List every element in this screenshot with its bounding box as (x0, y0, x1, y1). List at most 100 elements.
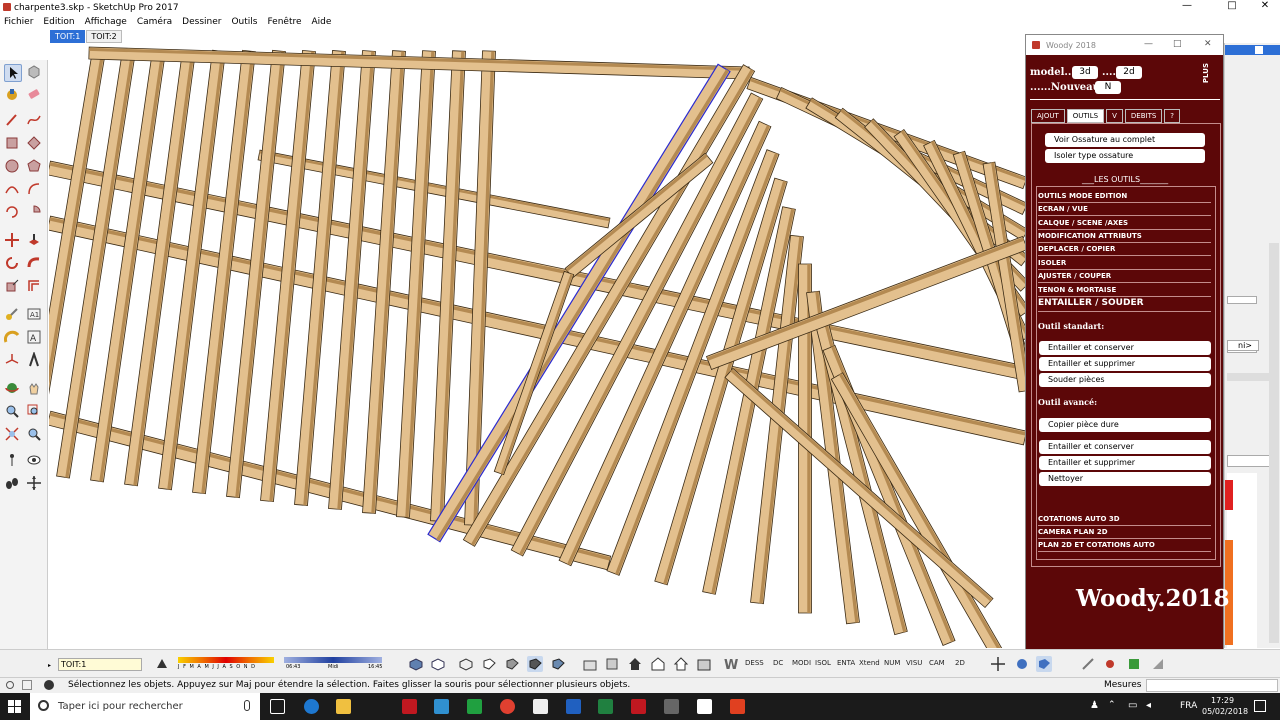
woody-minimize-button[interactable]: — (1144, 39, 1153, 49)
3d-viewport[interactable] (49, 43, 1025, 648)
menu-aide[interactable]: Aide (312, 17, 332, 27)
section-outils-mode-edition[interactable]: OUTILS MODE EDITION (1038, 190, 1211, 203)
component-icon[interactable] (26, 64, 44, 82)
zoom-window-icon[interactable] (26, 403, 44, 421)
tray-dropdown-text[interactable]: ni> (1227, 340, 1259, 351)
tape-measure-icon[interactable] (4, 306, 22, 324)
top-view-icon[interactable] (430, 656, 446, 672)
menu-fichier[interactable]: Fichier (4, 17, 33, 27)
section-plane-icon[interactable] (26, 475, 44, 493)
tab-debits[interactable]: DEBITS (1124, 109, 1163, 123)
dimension-icon[interactable]: A1 (26, 306, 44, 324)
file-explorer-icon[interactable] (336, 699, 351, 714)
home-outline-icon[interactable] (673, 656, 689, 672)
toolbar-dess[interactable]: DESS (745, 659, 764, 667)
volume-icon[interactable]: ◂ (1146, 700, 1151, 711)
measures-input[interactable] (1146, 679, 1278, 692)
std-entailler-supprimer-button[interactable]: Entailler et supprimer (1039, 357, 1211, 371)
section-plan-2d-cotations[interactable]: PLAN 2D ET COTATIONS AUTO (1038, 539, 1211, 552)
pie-icon[interactable] (26, 204, 44, 222)
section-modification-attributs[interactable]: MODIFICATION ATTRIBUTS (1038, 230, 1211, 243)
chrome-icon[interactable] (500, 699, 515, 714)
app-red-icon[interactable] (402, 699, 417, 714)
maximize-button[interactable]: □ (1217, 0, 1247, 11)
polygon-icon[interactable] (26, 158, 44, 176)
taskbar-time[interactable]: 17:29 (1211, 696, 1234, 705)
people-icon[interactable]: ♟ (1090, 700, 1099, 711)
adv-entailler-conserver-button[interactable]: Entailler et conserver (1039, 440, 1211, 454)
zoom-icon[interactable] (4, 403, 22, 421)
notifications-icon[interactable] (1254, 700, 1266, 712)
scene-tab-toit2[interactable]: TOIT:2 (86, 30, 122, 43)
circle-icon[interactable] (4, 158, 22, 176)
protractor-icon[interactable] (3, 329, 22, 347)
section-camera-plan-2d[interactable]: CAMERA PLAN 2D (1038, 526, 1211, 539)
rotated-rectangle-icon[interactable] (26, 135, 44, 153)
section-ajuster-couper[interactable]: AJUSTER / COUPER (1038, 270, 1211, 283)
arc-2-icon[interactable] (26, 181, 44, 199)
scene-tab-toit1[interactable]: TOIT:1 (50, 30, 86, 43)
adv-entailler-supprimer-button[interactable]: Entailler et supprimer (1039, 456, 1211, 470)
right-view-icon[interactable] (481, 656, 497, 672)
toolbar-visu[interactable]: VISU (906, 659, 922, 667)
previous-view-icon[interactable] (26, 426, 44, 444)
std-entailler-conserver-button[interactable]: Entailler et conserver (1039, 341, 1211, 355)
eraser-icon[interactable] (26, 86, 44, 104)
arc-icon[interactable] (4, 181, 22, 199)
mail-icon[interactable] (533, 699, 548, 714)
tray-field-1[interactable] (1227, 296, 1257, 304)
calculator-icon[interactable] (664, 699, 679, 714)
tab-outils[interactable]: OUTILS (1066, 109, 1105, 123)
taskbar-date[interactable]: 05/02/2018 (1202, 707, 1248, 716)
paint-bucket-icon[interactable] (4, 86, 22, 104)
tray-restore-icon[interactable] (1255, 46, 1263, 54)
menu-dessiner[interactable]: Dessiner (182, 17, 221, 27)
tool-b-icon[interactable] (1102, 656, 1118, 672)
section-tenon-mortaise[interactable]: TENON & MORTAISE (1038, 284, 1211, 297)
taskbar-search[interactable]: Taper ici pour rechercher (30, 693, 260, 720)
tab-v[interactable]: V (1106, 109, 1123, 123)
position-camera-icon[interactable] (4, 452, 22, 470)
shadow-time-slider[interactable] (284, 657, 382, 663)
woody-w-icon[interactable]: W (724, 656, 740, 673)
voir-ossature-button[interactable]: Voir Ossature au complet (1045, 133, 1205, 147)
look-around-icon[interactable] (26, 452, 44, 470)
network-icon[interactable]: ▭ (1128, 700, 1137, 711)
monochrome-icon[interactable] (550, 656, 566, 672)
axes-move-icon[interactable] (990, 656, 1006, 672)
app-blue-icon[interactable] (434, 699, 449, 714)
3d-text-icon[interactable] (26, 350, 44, 370)
copier-piece-dure-button[interactable]: Copier pièce dure (1039, 418, 1211, 432)
shadows-icon[interactable] (154, 656, 170, 672)
std-souder-pieces-button[interactable]: Souder pièces (1039, 373, 1211, 387)
gear-blue-icon[interactable] (1014, 656, 1030, 672)
toolbar-modi[interactable]: MODI (792, 659, 811, 667)
status-user-icon[interactable] (44, 680, 54, 690)
isoler-type-button[interactable]: Isoler type ossature (1045, 149, 1205, 163)
toolbar-isol[interactable]: ISOL (815, 659, 831, 667)
move-icon[interactable] (4, 232, 22, 250)
model-3d-button[interactable]: 3d (1072, 66, 1098, 79)
windows-start-icon[interactable] (8, 700, 21, 713)
cube-blue-icon[interactable] (1036, 656, 1052, 672)
house-2-icon[interactable] (650, 656, 666, 672)
task-view-icon[interactable] (270, 699, 285, 714)
language-indicator[interactable]: FRA (1180, 701, 1197, 711)
close-button[interactable]: ✕ (1250, 0, 1280, 11)
camtasia-icon[interactable] (467, 699, 482, 714)
toolbar-cam[interactable]: CAM (929, 659, 945, 667)
front-view-icon[interactable] (458, 656, 474, 672)
woody-maximize-button[interactable]: □ (1173, 39, 1182, 49)
menu-edition[interactable]: Edition (43, 17, 74, 27)
section-ecran-vue[interactable]: ECRAN / VUE (1038, 203, 1211, 216)
offset-icon[interactable] (26, 278, 44, 296)
store-icon[interactable] (697, 699, 712, 714)
axes-icon[interactable] (4, 352, 22, 370)
left-view-icon[interactable] (527, 656, 543, 672)
follow-me-icon[interactable] (26, 255, 44, 273)
nouveau-n-button[interactable]: N (1095, 81, 1121, 94)
excel-icon[interactable] (598, 699, 613, 714)
tab-ajout[interactable]: AJOUT (1031, 109, 1065, 123)
extension-icon[interactable] (604, 656, 620, 672)
rectangle-icon[interactable] (4, 135, 22, 153)
